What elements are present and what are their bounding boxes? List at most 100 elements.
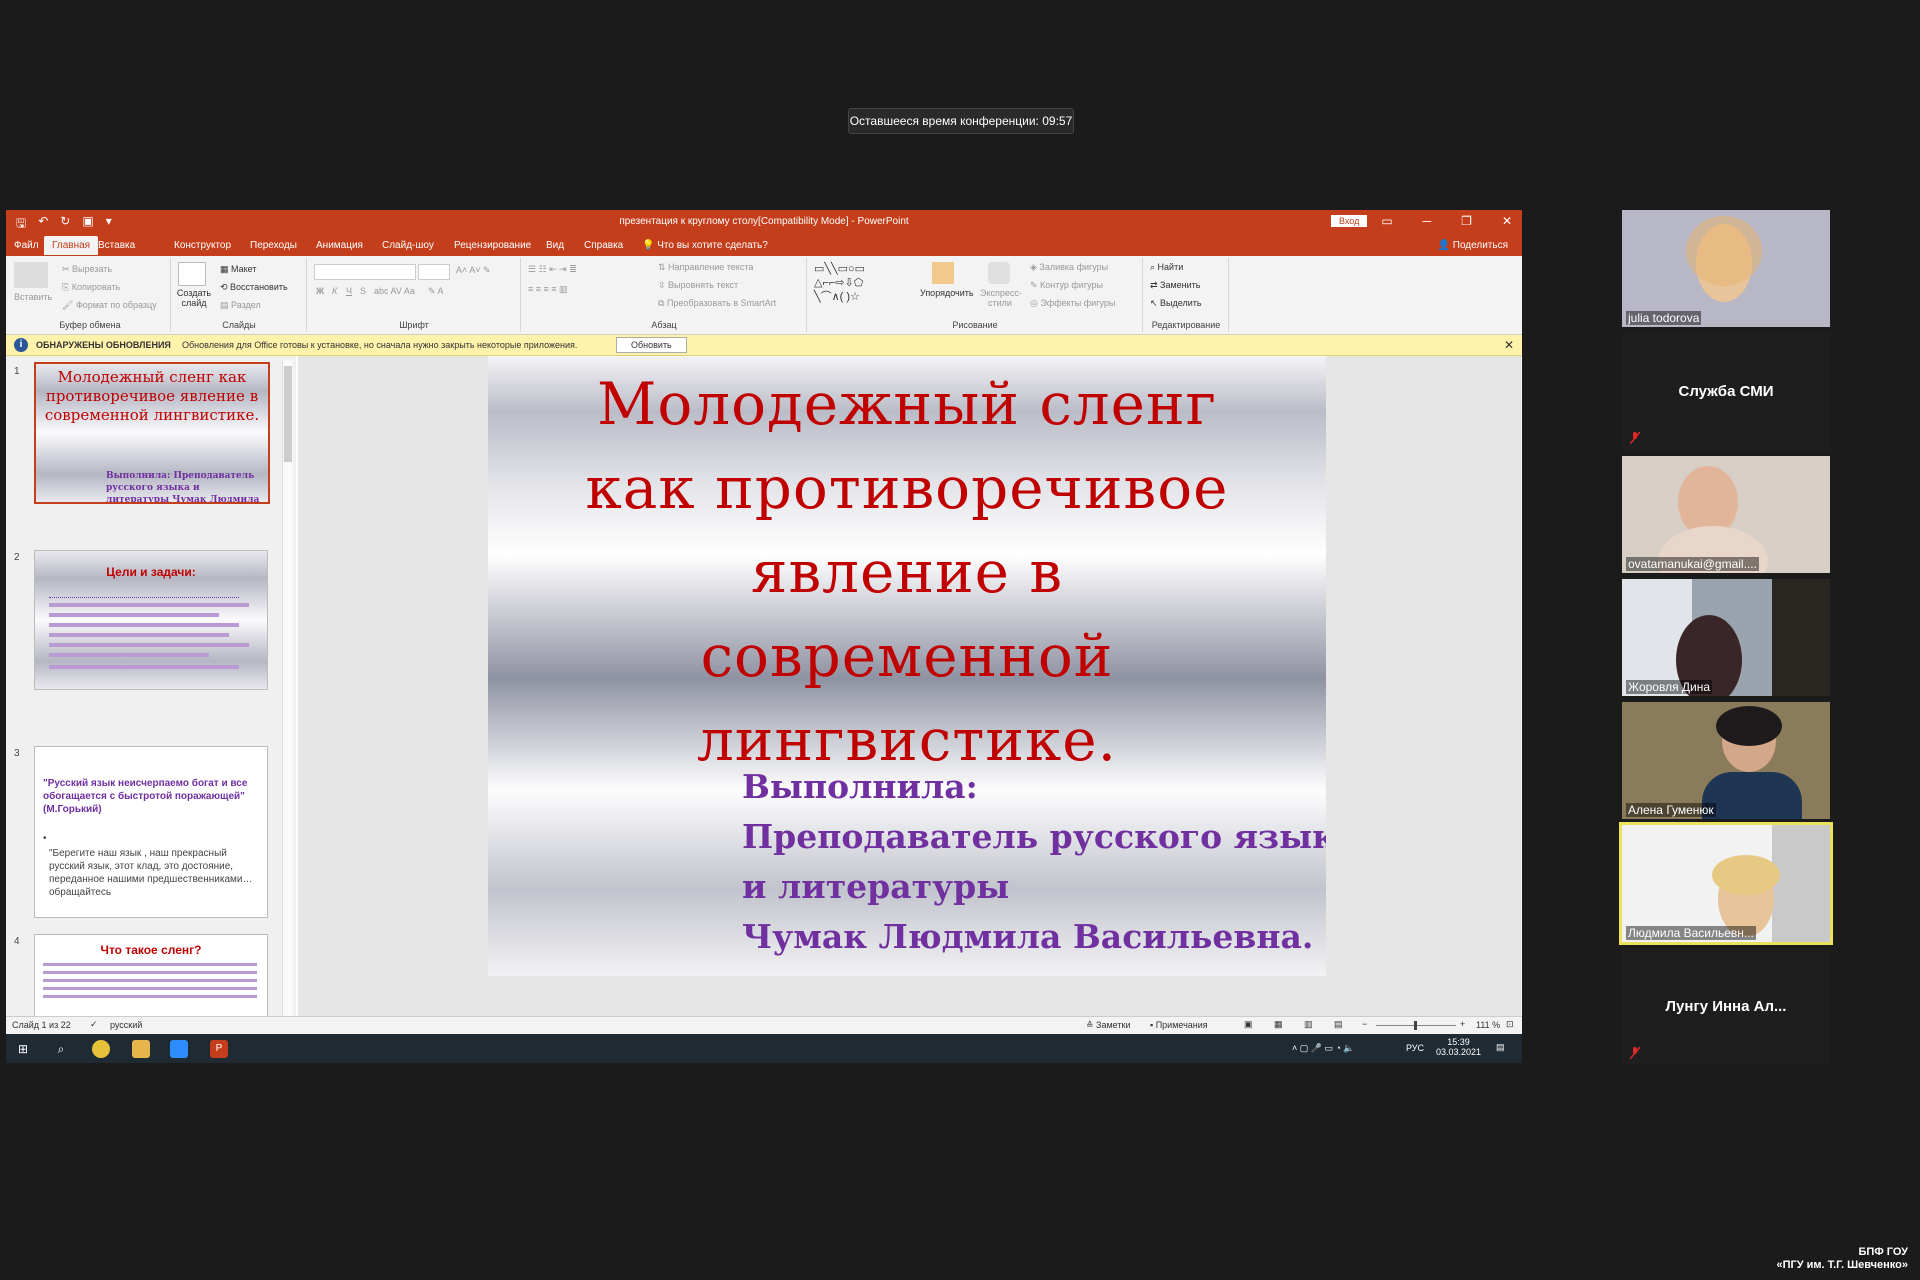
underline-icon[interactable]: Ч <box>346 286 352 296</box>
strikethrough-icon[interactable]: abc AV Aa <box>374 286 415 296</box>
slide-subtitle[interactable]: Выполнила: Преподаватель русского языка … <box>742 762 1326 962</box>
comments-button[interactable]: ▪ Примечания <box>1150 1020 1208 1030</box>
copy-button[interactable]: ⎘ Копировать <box>62 282 120 293</box>
share-button[interactable]: 👤 Поделиться <box>1438 240 1508 251</box>
tab-design[interactable]: Конструктор <box>174 240 231 251</box>
tab-transitions[interactable]: Переходы <box>250 240 297 251</box>
cut-button[interactable]: ✂ Вырезать <box>62 264 112 275</box>
bullets-icon[interactable]: ☰ ☷ ⇤ ⇥ ≣ <box>528 264 577 275</box>
tab-animations[interactable]: Анимация <box>316 240 363 251</box>
participant-tile[interactable]: Лунгу Инна Ал... <box>1622 948 1830 1065</box>
tab-home[interactable]: Главная <box>44 236 99 255</box>
font-name-select[interactable] <box>314 264 416 280</box>
reading-view-icon[interactable]: ▥ <box>1304 1019 1313 1030</box>
slide-thumbnail-2[interactable]: Цели и задачи: <box>34 550 268 690</box>
powerpoint-app-icon[interactable]: P <box>210 1040 228 1058</box>
font-color-icon[interactable]: ✎ A <box>428 286 444 297</box>
quick-styles-button[interactable]: Экспресс-стили <box>980 288 1022 308</box>
bold-icon[interactable]: Ж <box>316 286 324 296</box>
slide-sorter-icon[interactable]: ▦ <box>1274 1019 1283 1030</box>
ribbon-display-icon[interactable]: ▭ <box>1381 214 1392 228</box>
paste-button[interactable]: Вставить <box>14 292 52 302</box>
zoom-slider-thumb[interactable] <box>1414 1021 1417 1030</box>
select-button[interactable]: ↖ Выделить <box>1150 298 1202 309</box>
participant-name: Служба СМИ <box>1678 383 1774 400</box>
slide-thumbnail-4[interactable]: Что такое сленг? <box>34 934 268 1026</box>
new-slide-button[interactable]: Создать слайд <box>176 288 212 308</box>
participant-tile[interactable]: julia todorova <box>1622 210 1830 327</box>
participant-tile[interactable]: ovatamanukai@gmail.... <box>1622 456 1830 573</box>
italic-icon[interactable]: К <box>332 286 337 296</box>
thumbnails-scrollbar[interactable] <box>282 360 293 1020</box>
replace-button[interactable]: ⇄ Заменить <box>1150 280 1201 291</box>
shape-effects-button[interactable]: ◎ Эффекты фигуры <box>1030 298 1115 309</box>
participant-hair <box>1712 855 1780 895</box>
scrollbar-thumb[interactable] <box>284 366 292 462</box>
quick-styles-icon[interactable] <box>988 262 1010 284</box>
comments-label: Примечания <box>1155 1020 1208 1030</box>
zoom-out-icon[interactable]: − <box>1362 1019 1367 1029</box>
select-label: Выделить <box>1160 298 1202 308</box>
slide-thumbnail-3[interactable]: "Русский язык неисчерпаемо богат и все о… <box>34 746 268 918</box>
arrange-button[interactable]: Упорядочить <box>920 288 974 298</box>
tab-view[interactable]: Вид <box>546 240 564 251</box>
smartart-button[interactable]: ⧉ Преобразовать в SmartArt <box>658 298 776 309</box>
language-status[interactable]: русский <box>110 1020 142 1030</box>
find-button[interactable]: ⌕ Найти <box>1150 262 1183 273</box>
tray-icons[interactable]: ˄ ▢ 🎤 ▭ ◔ 🔈 <box>1292 1043 1355 1054</box>
notifications-icon[interactable]: ▤ <box>1496 1042 1505 1053</box>
normal-view-icon[interactable]: ▣ <box>1244 1019 1253 1030</box>
current-slide[interactable]: Молодежный сленг как противоречивое явле… <box>488 356 1326 976</box>
participant-tile[interactable]: Алена Гуменюк <box>1622 702 1830 819</box>
maximize-icon[interactable]: ❐ <box>1461 214 1472 228</box>
align-text-button[interactable]: ⇳ Выровнять текст <box>658 280 738 291</box>
slideshow-view-icon[interactable]: ▤ <box>1334 1019 1343 1030</box>
shape-outline-button[interactable]: ✎ Контур фигуры <box>1030 280 1103 291</box>
tab-review[interactable]: Рецензирование <box>454 240 531 251</box>
participant-tile[interactable]: Служба СМИ <box>1622 333 1830 450</box>
tell-me-search[interactable]: 💡 Что вы хотите сделать? <box>642 240 768 251</box>
grow-font-icon[interactable]: A˄ A˅ ✎ <box>456 265 491 276</box>
file-explorer-icon[interactable] <box>132 1040 150 1058</box>
slide-thumbnail-1[interactable]: Молодежный сленг как противоречивое явле… <box>34 362 270 504</box>
participant-tile-active-speaker[interactable]: Людмила Васильевн... <box>1619 822 1833 945</box>
participant-tile[interactable]: Жоровля Дина <box>1622 579 1830 696</box>
zoom-in-icon[interactable]: + <box>1460 1019 1465 1029</box>
clock[interactable]: 15:39 03.03.2021 <box>1436 1037 1481 1057</box>
chrome-icon[interactable] <box>92 1040 110 1058</box>
layout-button[interactable]: ▦ Макет <box>220 264 257 275</box>
section-button[interactable]: ▤ Раздел <box>220 300 261 311</box>
notes-button[interactable]: ≙ Заметки <box>1086 1020 1130 1031</box>
shape-fill-button[interactable]: ◈ Заливка фигуры <box>1030 262 1108 273</box>
shadow-icon[interactable]: S <box>360 286 366 296</box>
input-language[interactable]: РУС <box>1406 1043 1424 1053</box>
minimize-icon[interactable]: ─ <box>1423 214 1432 228</box>
tab-slideshow[interactable]: Слайд-шоу <box>382 240 434 251</box>
drawing-group: ▭╲╲▭○▭ △⌐⌐⇨⇩⬠ ╲⌒∧( )☆ Упорядочить Экспресс… <box>808 258 1143 332</box>
shapes-gallery[interactable]: ▭╲╲▭○▭ △⌐⌐⇨⇩⬠ ╲⌒∧( )☆ <box>814 262 865 304</box>
tab-file[interactable]: Файл <box>14 240 39 251</box>
tab-help[interactable]: Справка <box>584 240 623 251</box>
zoom-level[interactable]: 111 % <box>1476 1020 1500 1030</box>
new-slide-icon[interactable] <box>178 262 206 286</box>
windows-start-icon[interactable]: ⊞ <box>14 1040 32 1058</box>
align-icons[interactable]: ≡ ≡ ≡ ≡ ▥ <box>528 284 568 295</box>
paste-icon[interactable] <box>14 262 48 288</box>
fit-slide-icon[interactable]: ⊡ <box>1506 1019 1514 1030</box>
search-icon[interactable]: ⌕ <box>52 1040 70 1058</box>
thumb-number-2: 2 <box>14 552 20 563</box>
zoom-app-icon[interactable] <box>170 1040 188 1058</box>
text-direction-button[interactable]: ⇅ Направление текста <box>658 262 753 273</box>
spellcheck-icon[interactable]: ✓ <box>90 1019 98 1030</box>
format-painter-button[interactable]: 🖌 Формат по образцу <box>62 300 157 311</box>
update-button[interactable]: Обновить <box>616 337 687 353</box>
arrange-icon[interactable] <box>932 262 954 284</box>
login-button[interactable]: Вход <box>1331 215 1368 227</box>
close-infobar-icon[interactable]: ✕ <box>1504 338 1514 352</box>
slide-title[interactable]: Молодежный сленг как противоречивое явле… <box>488 362 1326 782</box>
close-icon[interactable]: ✕ <box>1502 214 1512 228</box>
font-size-select[interactable] <box>418 264 450 280</box>
reset-button[interactable]: ⟲ Восстановить <box>220 282 288 293</box>
tab-insert[interactable]: Вставка <box>98 240 135 251</box>
slide-scrollbar[interactable] <box>1520 356 1522 1026</box>
